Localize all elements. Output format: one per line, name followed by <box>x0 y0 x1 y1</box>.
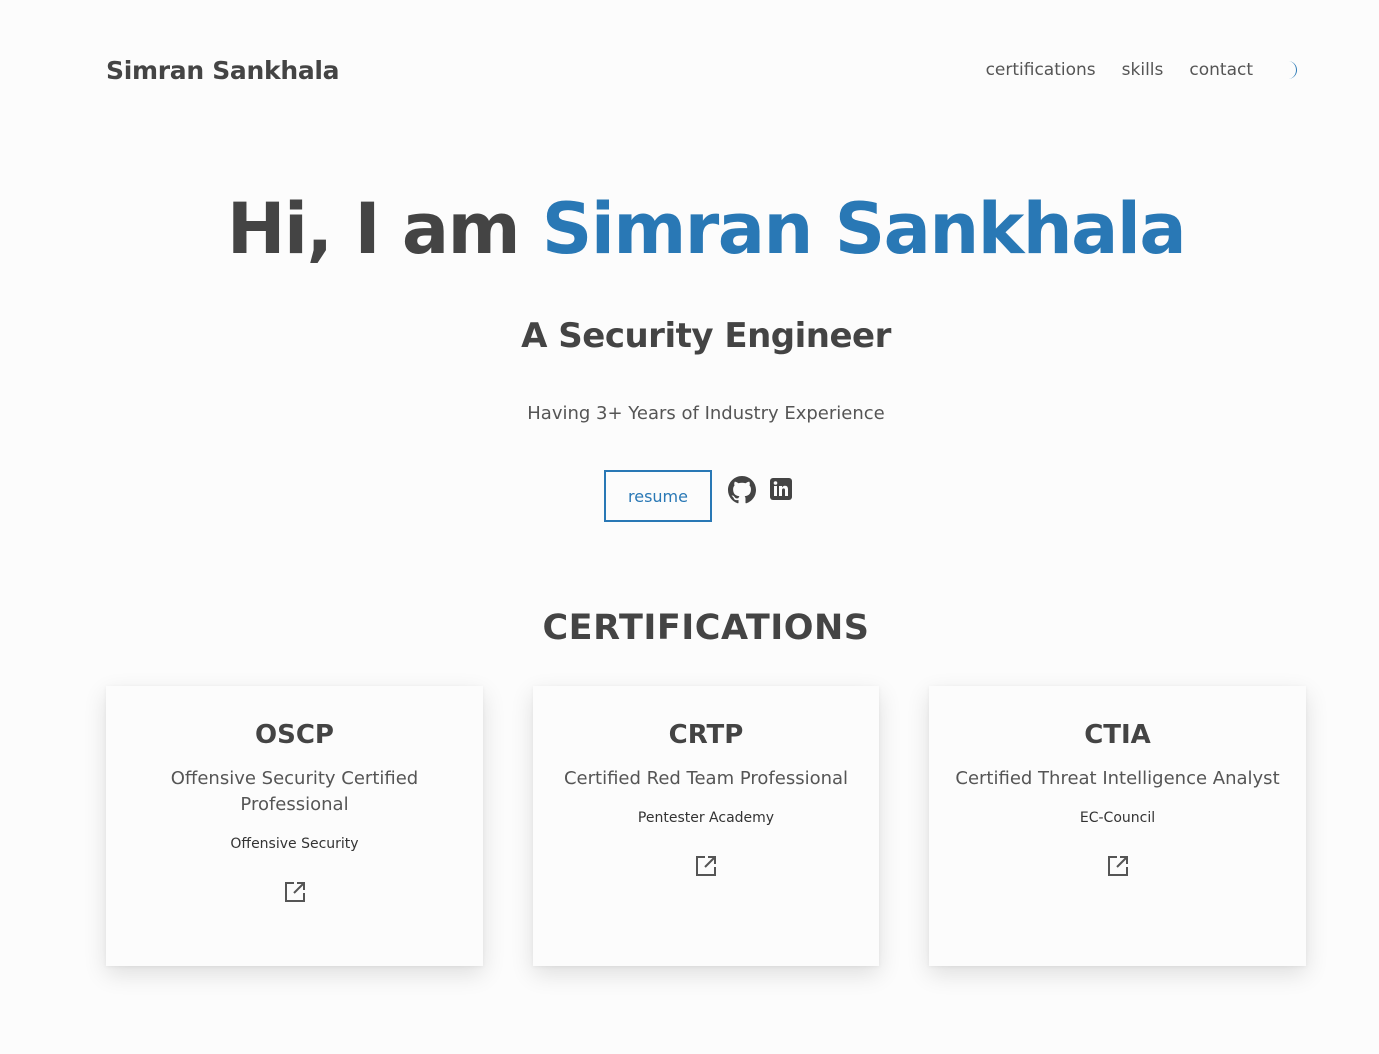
nav-link-certifications[interactable]: certifications <box>986 60 1096 80</box>
hero-name: Simran Sankhala <box>541 188 1187 270</box>
site-header: Simran Sankhala certifications skills co… <box>106 46 1303 94</box>
hero-actions: resume <box>604 470 792 522</box>
cert-issuer: Pentester Academy <box>637 810 775 826</box>
certification-card-oscp: OSCP Offensive Security Certified Profes… <box>106 686 483 966</box>
brand-name[interactable]: Simran Sankhala <box>106 56 340 85</box>
cert-name: Offensive Security Certified Professiona… <box>170 768 419 815</box>
external-link-icon[interactable] <box>283 880 307 904</box>
cert-abbreviation: CRTP <box>668 720 744 750</box>
external-link-icon[interactable] <box>694 854 718 878</box>
cert-name: Certified Red Team Professional <box>563 768 849 789</box>
certification-card-crtp: CRTP Certified Red Team Professional Pen… <box>533 686 879 966</box>
hero-experience: Having 3+ Years of Industry Experience <box>527 403 885 424</box>
nav-link-skills[interactable]: skills <box>1122 60 1164 80</box>
hero-role: A Security Engineer <box>521 316 891 356</box>
main-nav: certifications skills contact <box>986 59 1303 81</box>
resume-button[interactable]: resume <box>604 470 712 522</box>
cert-issuer: EC-Council <box>1079 810 1156 826</box>
nav-link-contact[interactable]: contact <box>1189 60 1253 80</box>
moon-icon[interactable] <box>1283 59 1303 81</box>
cert-name: Certified Threat Intelligence Analyst <box>955 768 1280 789</box>
cert-abbreviation: OSCP <box>255 720 334 750</box>
cert-issuer: Offensive Security <box>230 836 359 852</box>
external-link-icon[interactable] <box>1106 854 1130 878</box>
github-icon[interactable] <box>728 476 756 504</box>
hero-greeting: Hi, I am <box>226 188 521 270</box>
cert-abbreviation: CTIA <box>1084 720 1151 750</box>
certifications-title: CERTIFICATIONS <box>542 608 870 648</box>
linkedin-icon[interactable] <box>770 478 792 500</box>
certification-card-ctia: CTIA Certified Threat Intelligence Analy… <box>929 686 1306 966</box>
hero-title: Hi, I am Simran Sankhala <box>0 188 1379 270</box>
